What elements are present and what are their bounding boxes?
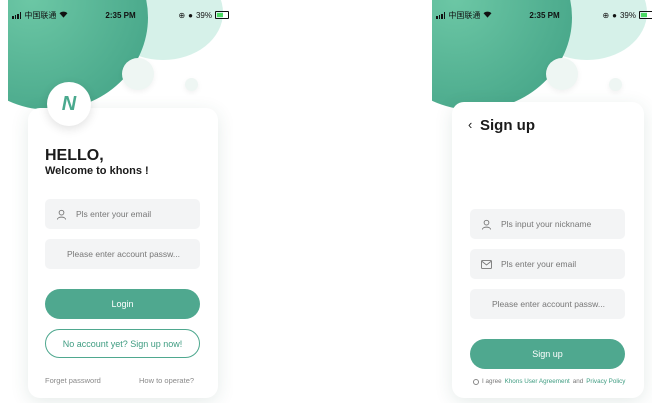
greeting-title: HELLO, [45, 147, 104, 164]
app-logo: N [47, 82, 91, 126]
status-bar: 中国联通 2:35 PM ⊕ ● 39% [436, 8, 652, 22]
page-title: Sign up [480, 117, 535, 134]
status-time: 2:35 PM [105, 10, 136, 20]
login-screen: 中国联通 2:35 PM ⊕ ● 39% N HELLO, Welcome to… [8, 0, 233, 403]
signup-screen: 中国联通 2:35 PM ⊕ ● 39% ‹ Sign up Pls input… [432, 0, 652, 403]
user-agreement-link[interactable]: Khons User Agreement [505, 378, 570, 385]
email-placeholder: Pls enter your email [76, 209, 152, 219]
agree-and: and [572, 378, 584, 385]
decor-dot [185, 78, 198, 91]
password-placeholder: Please enter account passw... [67, 249, 180, 259]
email-field[interactable]: Pls enter your email [45, 199, 200, 229]
decor-bubble [122, 58, 154, 90]
agree-prefix: I agree [482, 378, 502, 385]
battery-icon [639, 11, 652, 19]
greeting-subtitle: Welcome to khons ! [45, 165, 149, 177]
password-placeholder: Please enter account passw... [492, 299, 605, 309]
status-bar: 中国联通 2:35 PM ⊕ ● 39% [12, 8, 229, 22]
agreement-row: I agree Khons User Agreement and Privacy… [473, 378, 625, 385]
password-field[interactable]: Please enter account passw... [470, 289, 625, 319]
user-icon [55, 208, 67, 220]
user-icon [480, 218, 492, 230]
status-time: 2:35 PM [529, 10, 560, 20]
login-button[interactable]: Login [45, 289, 200, 319]
agree-radio[interactable] [473, 378, 479, 385]
signup-button[interactable]: Sign up [470, 339, 625, 369]
email-field[interactable]: Pls enter your email [470, 249, 625, 279]
email-placeholder: Pls enter your email [501, 259, 577, 269]
back-chevron-icon[interactable]: ‹ [468, 117, 472, 132]
signup-now-button[interactable]: No account yet? Sign up now! [45, 329, 200, 358]
battery-icon [215, 11, 229, 19]
how-to-operate-link[interactable]: How to operate? [139, 376, 194, 385]
forget-password-link[interactable]: Forget password [45, 376, 101, 385]
privacy-policy-link[interactable]: Privacy Policy [586, 378, 625, 385]
decor-bubble [546, 58, 578, 90]
mail-icon [480, 258, 492, 270]
decor-dot [609, 78, 622, 91]
password-field[interactable]: Please enter account passw... [45, 239, 200, 269]
nickname-field[interactable]: Pls input your nickname [470, 209, 625, 239]
nickname-placeholder: Pls input your nickname [501, 219, 592, 229]
